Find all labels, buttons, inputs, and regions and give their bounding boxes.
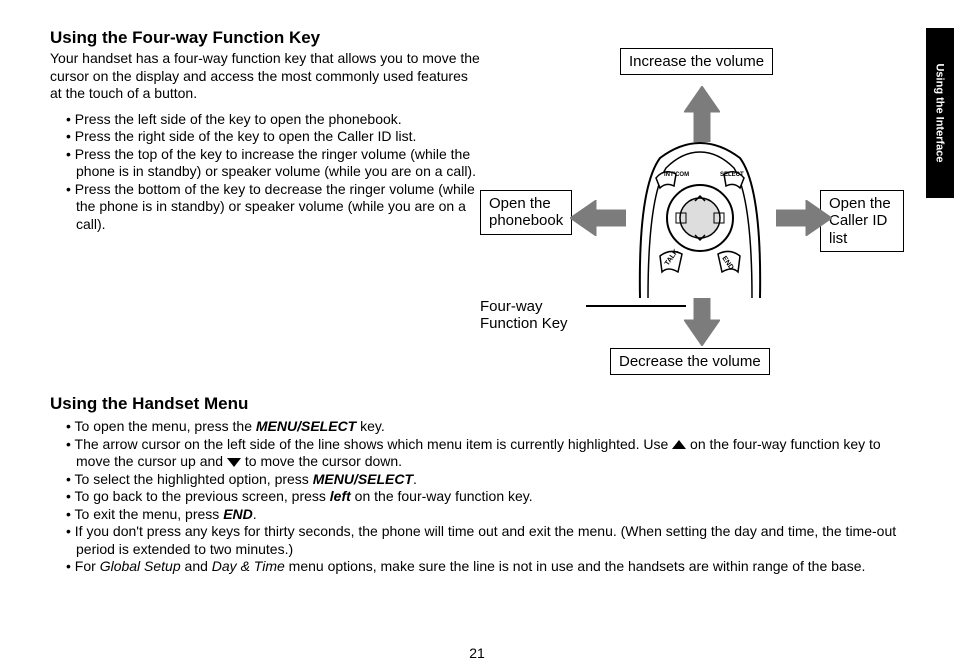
bullet: Press the bottom of the key to decrease … <box>50 181 480 234</box>
label-four-way-key: Four-way Function Key <box>480 298 568 333</box>
bullet: For Global Setup and Day & Time menu opt… <box>50 558 904 576</box>
label-open-phonebook: Open the phonebook <box>480 190 572 235</box>
four-way-diagram: Increase the volume Open the phonebook O… <box>490 28 904 388</box>
triangle-down-icon <box>227 458 241 467</box>
bullet: To open the menu, press the MENU/SELECT … <box>50 418 904 436</box>
section1-intro: Your handset has a four-way function key… <box>50 50 480 103</box>
bullet: Press the right side of the key to open … <box>50 128 480 146</box>
label-decrease-volume: Decrease the volume <box>610 348 770 375</box>
bullet: To select the highlighted option, press … <box>50 471 904 489</box>
arrow-up-icon <box>684 86 720 142</box>
triangle-up-icon <box>672 440 686 449</box>
label-increase-volume: Increase the volume <box>620 48 773 75</box>
section2-bullets: To open the menu, press the MENU/SELECT … <box>50 418 904 576</box>
arrow-left-icon <box>570 200 626 236</box>
side-tab-text: Using the Interface <box>934 63 946 162</box>
bullet: To go back to the previous screen, press… <box>50 488 904 506</box>
bullet: The arrow cursor on the left side of the… <box>50 436 904 471</box>
bullet: To exit the menu, press END. <box>50 506 904 524</box>
section1-bullets: Press the left side of the key to open t… <box>50 111 480 234</box>
arrow-right-icon <box>776 200 832 236</box>
key-intcom: INT'COM <box>664 172 689 178</box>
side-tab: Using the Interface <box>926 28 954 198</box>
leader-line <box>586 305 686 307</box>
section2-heading: Using the Handset Menu <box>50 394 904 414</box>
arrow-down-icon <box>684 290 720 346</box>
bullet: If you don't press any keys for thirty s… <box>50 523 904 558</box>
section1-heading: Using the Four-way Function Key <box>50 28 480 48</box>
bullet: Press the left side of the key to open t… <box>50 111 480 129</box>
page-number: 21 <box>0 645 954 661</box>
handset-illustration: INT'COM SELECT TALK END <box>620 138 780 298</box>
label-open-callerid: Open the Caller ID list <box>820 190 904 252</box>
key-select: SELECT <box>720 172 744 178</box>
bullet: Press the top of the key to increase the… <box>50 146 480 181</box>
